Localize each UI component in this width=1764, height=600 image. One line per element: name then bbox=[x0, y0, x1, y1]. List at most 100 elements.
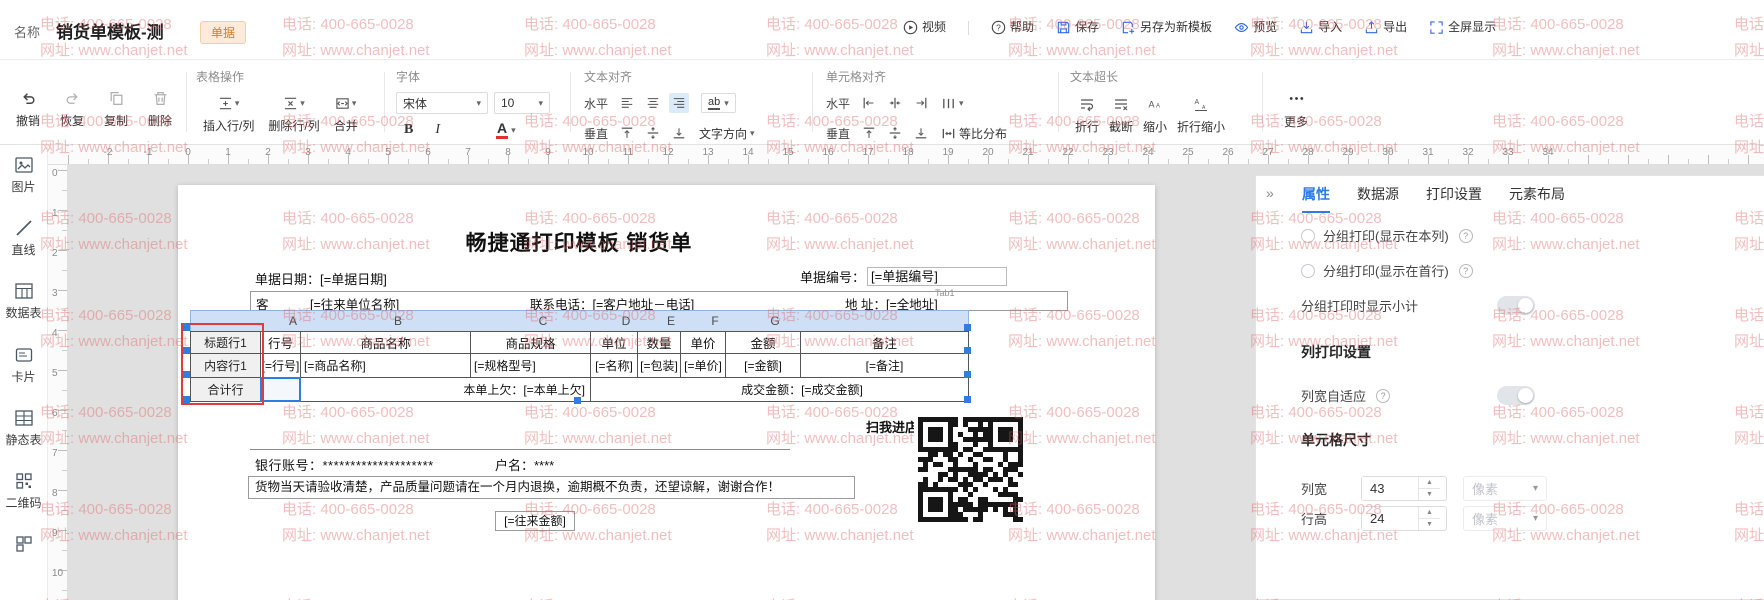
subtotal-toggle[interactable] bbox=[1497, 296, 1535, 315]
table-field-cell[interactable]: [=单价] bbox=[680, 353, 726, 378]
selection-handle[interactable] bbox=[183, 324, 190, 331]
table-field-cell[interactable]: [=行号] bbox=[260, 353, 301, 378]
selection-handle[interactable] bbox=[183, 371, 190, 378]
step-down-icon[interactable]: ▼ bbox=[1419, 518, 1440, 530]
font-size-select[interactable]: 10 ▾ bbox=[494, 92, 550, 114]
table-header-cell[interactable]: 单位 bbox=[590, 331, 638, 354]
insert-row-col-button[interactable]: ▾插入行/列 bbox=[196, 96, 261, 133]
bold-button[interactable]: B bbox=[404, 122, 413, 138]
cell-align-center-button[interactable] bbox=[885, 93, 905, 113]
customer-info-row[interactable]: 客 [=往来单位名称] 联系电话：[=客户地址－电话] 地 址：[=全地址] bbox=[250, 291, 1068, 311]
sidebar-item-static-table[interactable]: 静态表 bbox=[2, 408, 46, 447]
column-letter[interactable]: A bbox=[289, 314, 297, 328]
total-left-cell[interactable]: 本单上欠：[=本单上欠] bbox=[300, 377, 591, 402]
table-header-cell[interactable]: 单价 bbox=[680, 331, 726, 354]
selection-handle[interactable] bbox=[183, 347, 190, 354]
column-letter[interactable]: B bbox=[394, 314, 402, 328]
sidebar-item-data-table[interactable]: 数据表 bbox=[2, 281, 46, 320]
step-down-icon[interactable]: ▼ bbox=[1419, 488, 1440, 500]
step-up-icon[interactable]: ▲ bbox=[1419, 477, 1440, 488]
help-button[interactable]: ?帮助 bbox=[991, 20, 1034, 35]
tab-data-source[interactable]: 数据源 bbox=[1357, 184, 1399, 213]
qr-code[interactable] bbox=[914, 413, 1027, 526]
table-header-cell[interactable]: 金额 bbox=[725, 331, 801, 354]
tab-element-layout[interactable]: 元素布局 bbox=[1509, 184, 1565, 213]
distribute-columns-select[interactable]: ▾ bbox=[941, 96, 964, 111]
selection-handle[interactable] bbox=[574, 397, 581, 404]
import-button[interactable]: 导入 bbox=[1299, 20, 1342, 35]
tab-print-settings[interactable]: 打印设置 bbox=[1426, 184, 1482, 213]
step-up-icon[interactable]: ▲ bbox=[1419, 507, 1440, 518]
tab-properties[interactable]: 属性 bbox=[1302, 184, 1330, 213]
align-right-button[interactable] bbox=[669, 93, 689, 113]
save-as-button[interactable]: 另存为新模板 bbox=[1121, 20, 1212, 35]
col-width-unit-select[interactable]: 像素 ▾ bbox=[1463, 476, 1547, 501]
table-field-cell[interactable]: [=规格型号] bbox=[470, 353, 591, 378]
valign-top-button[interactable] bbox=[617, 123, 637, 143]
preview-button[interactable]: 预览 bbox=[1234, 20, 1277, 35]
table-field-cell[interactable]: [=包装] bbox=[637, 353, 681, 378]
fullscreen-button[interactable]: 全屏显示 bbox=[1429, 20, 1496, 35]
amount-field[interactable]: [=往来金额] bbox=[495, 511, 575, 531]
selection-handle[interactable] bbox=[964, 396, 971, 403]
column-letter[interactable]: D bbox=[622, 314, 631, 328]
table-field-cell[interactable]: [=备注] bbox=[800, 353, 969, 378]
doc-date-field[interactable]: 单据日期：[=单据日期] bbox=[255, 269, 387, 288]
merge-cells-button[interactable]: ▾合并 bbox=[327, 96, 365, 133]
column-letter[interactable]: F bbox=[711, 314, 718, 328]
shrink-button[interactable]: AA缩小 bbox=[1138, 96, 1172, 134]
row-label[interactable]: 内容行1 bbox=[190, 353, 261, 378]
copy-button[interactable]: 复制 bbox=[94, 90, 138, 128]
row-height-unit-select[interactable]: 像素 ▾ bbox=[1463, 506, 1547, 531]
table-field-cell[interactable]: [=名称] bbox=[590, 353, 638, 378]
column-letter-band[interactable]: ABCDEFG bbox=[190, 310, 969, 332]
selection-handle[interactable] bbox=[183, 396, 190, 403]
table-field-cell[interactable]: [=金额] bbox=[725, 353, 801, 378]
col-width-input[interactable] bbox=[1362, 477, 1418, 500]
table-field-cell[interactable]: [=商品名称] bbox=[300, 353, 471, 378]
radio-group-print-col[interactable] bbox=[1301, 229, 1315, 243]
table-header-cell[interactable]: 行号 bbox=[260, 331, 301, 354]
undo-button[interactable]: 撤销 bbox=[6, 90, 50, 128]
video-button[interactable]: 视频 bbox=[903, 20, 946, 35]
text-overflow-select[interactable]: ab ▾ bbox=[701, 93, 736, 113]
cell-align-right-button[interactable] bbox=[911, 93, 931, 113]
italic-button[interactable]: I bbox=[435, 122, 440, 138]
template-page[interactable]: 畅捷通打印模板 销货单 单据日期：[=单据日期] 单据编号：[=单据编号] Ta… bbox=[178, 185, 1155, 600]
selection-handle[interactable] bbox=[964, 371, 971, 378]
font-family-select[interactable]: 宋体 ▾ bbox=[396, 92, 488, 114]
column-letter[interactable]: E bbox=[667, 314, 675, 328]
wrap-shrink-button[interactable]: AA折行缩小 bbox=[1172, 96, 1230, 134]
notice-text[interactable]: 货物当天请验收清楚，产品质量问题请在一个月内退换，逾期概不负责，还望谅解，谢谢合… bbox=[248, 476, 855, 499]
row-height-input[interactable] bbox=[1362, 507, 1418, 530]
valign-bottom-button[interactable] bbox=[669, 123, 689, 143]
text-direction-select[interactable]: 文字方向 ▾ bbox=[699, 125, 755, 142]
distribute-button[interactable]: 等比分布 bbox=[941, 125, 1007, 142]
valign-middle-button[interactable] bbox=[643, 123, 663, 143]
cell-valign-top-button[interactable] bbox=[859, 123, 879, 143]
redo-button[interactable]: 恢复 bbox=[50, 90, 94, 128]
template-doc-title[interactable]: 畅捷通打印模板 销货单 bbox=[184, 227, 974, 257]
col-adaptive-toggle[interactable] bbox=[1497, 386, 1535, 405]
bank-account-text[interactable]: 银行账号：******************** bbox=[255, 455, 434, 474]
table-header-cell[interactable]: 商品规格 bbox=[470, 331, 591, 354]
selection-handle[interactable] bbox=[964, 324, 971, 331]
help-circle-icon[interactable]: ? bbox=[1459, 229, 1473, 243]
table-header-cell[interactable]: 商品名称 bbox=[300, 331, 471, 354]
wrap-button[interactable]: 折行 bbox=[1070, 96, 1104, 134]
align-center-button[interactable] bbox=[643, 93, 663, 113]
total-right-cell[interactable]: 成交金额：[=成交金额] bbox=[590, 377, 969, 402]
selection-handle[interactable] bbox=[964, 347, 971, 354]
active-cell[interactable] bbox=[260, 377, 301, 402]
more-button[interactable]: 更多 bbox=[1274, 90, 1318, 129]
row-label[interactable]: 合计行 bbox=[190, 377, 261, 402]
delete-row-col-button[interactable]: ▾删除行/列 bbox=[261, 96, 326, 133]
help-circle-icon[interactable]: ? bbox=[1376, 389, 1390, 403]
font-color-button[interactable]: A ▾ bbox=[496, 121, 516, 139]
doc-no-value-box[interactable]: [=单据编号] bbox=[867, 267, 1007, 286]
table-header-cell[interactable]: 数量 bbox=[637, 331, 681, 354]
sidebar-item-qrcode[interactable]: 二维码 bbox=[2, 471, 46, 510]
truncate-button[interactable]: 截断 bbox=[1104, 96, 1138, 134]
sidebar-item-line[interactable]: 直线 bbox=[2, 218, 46, 257]
save-button[interactable]: 保存 bbox=[1056, 20, 1099, 35]
